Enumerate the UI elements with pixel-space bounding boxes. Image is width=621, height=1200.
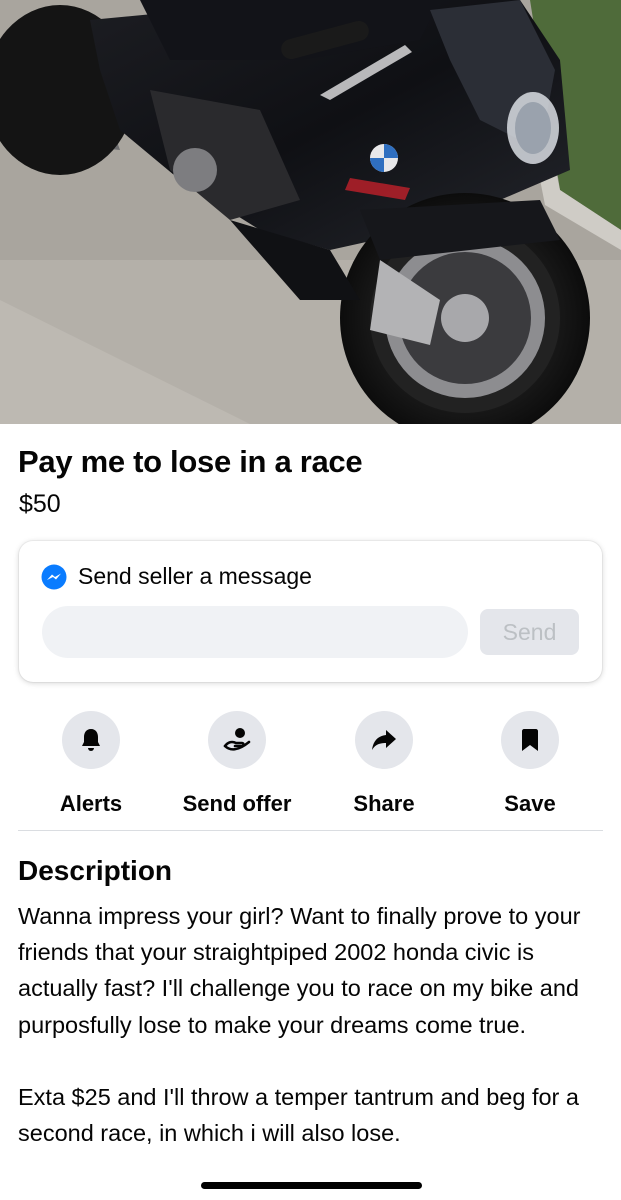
share-button[interactable]: Share <box>309 711 459 817</box>
offer-hand-icon <box>223 728 251 751</box>
send-offer-label: Send offer <box>182 791 292 816</box>
save-label: Save <box>504 791 556 816</box>
listing-title: Pay me to lose in a race <box>18 444 363 479</box>
save-icon-circle <box>501 711 559 769</box>
share-arrow-icon <box>372 730 396 750</box>
section-divider <box>18 830 603 831</box>
send-offer-button[interactable]: Send offer <box>162 711 312 817</box>
send-offer-icon-circle <box>208 711 266 769</box>
listing-photo[interactable] <box>0 0 621 424</box>
alerts-icon-circle <box>62 711 120 769</box>
description-heading: Description <box>18 855 173 886</box>
share-icon-circle <box>355 711 413 769</box>
message-card-heading: Send seller a message <box>78 563 312 589</box>
bookmark-icon <box>522 729 538 751</box>
action-bar: Alerts Send offer Share Save <box>0 711 621 816</box>
share-label: Share <box>353 791 415 816</box>
message-seller-card: Send seller a message Send <box>19 541 602 682</box>
alerts-label: Alerts <box>59 791 123 816</box>
motorcycle-image <box>0 0 621 424</box>
send-button[interactable]: Send <box>480 609 579 655</box>
description-body: Wanna impress your girl? Want to finally… <box>18 903 581 1147</box>
alerts-button[interactable]: Alerts <box>16 711 166 817</box>
message-card-header: Send seller a message <box>41 563 312 590</box>
save-button[interactable]: Save <box>455 711 605 817</box>
messenger-icon <box>41 564 67 589</box>
message-input[interactable] <box>42 606 468 658</box>
listing-price: $50 <box>19 490 61 518</box>
bell-icon <box>82 729 100 751</box>
home-indicator[interactable] <box>201 1182 422 1189</box>
